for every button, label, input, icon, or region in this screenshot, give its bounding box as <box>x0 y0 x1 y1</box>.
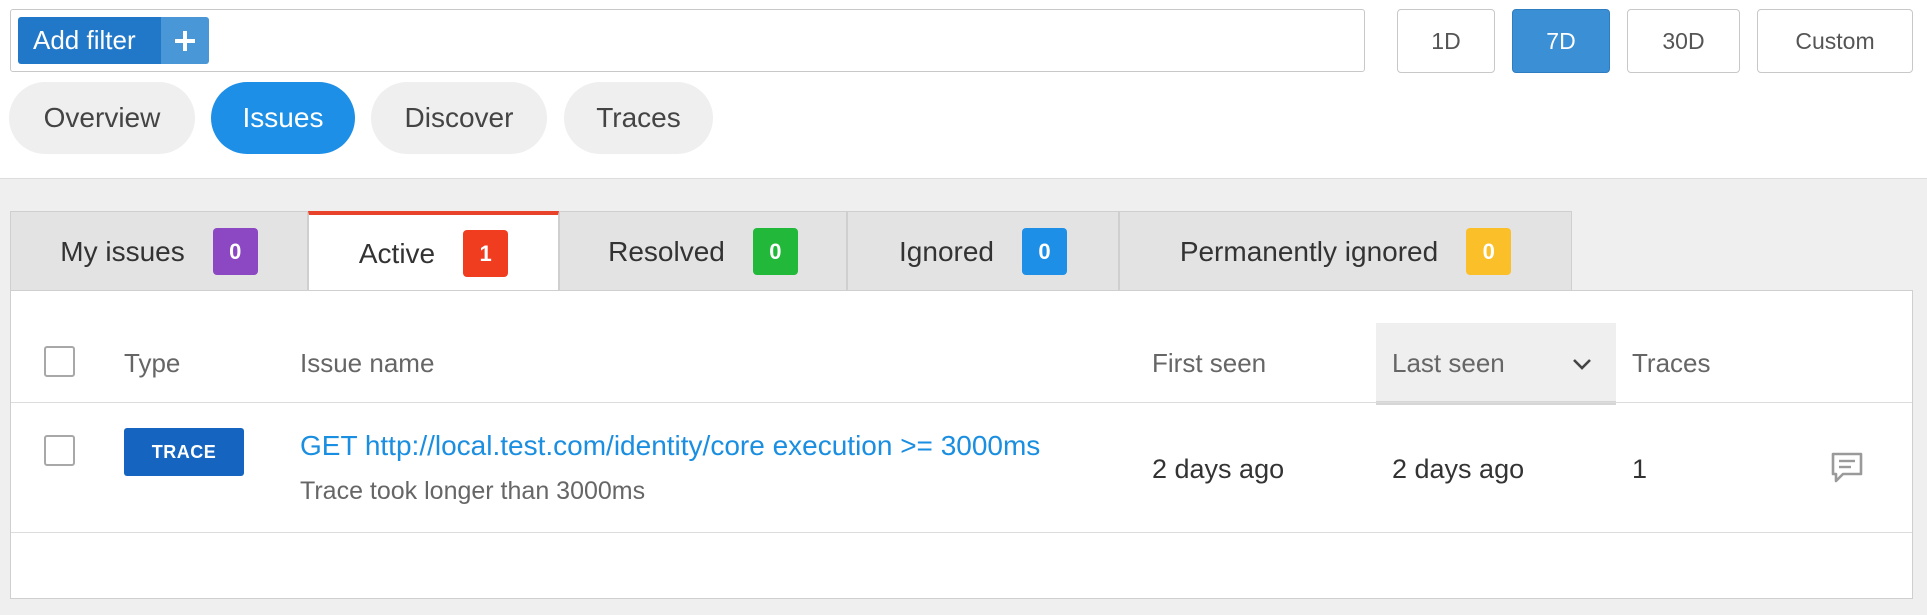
select-all-checkbox[interactable] <box>44 346 75 377</box>
tab-label: Resolved <box>608 235 725 267</box>
issue-tab-my-issues[interactable]: My issues 0 <box>10 211 308 291</box>
last-seen-value: 2 days ago <box>1392 454 1525 484</box>
issue-tab-ignored[interactable]: Ignored 0 <box>847 211 1119 291</box>
count-badge: 0 <box>752 228 798 275</box>
chevron-down-icon[interactable] <box>1571 353 1593 375</box>
row-divider <box>11 532 1912 533</box>
range-7d-button[interactable]: 7D <box>1512 9 1610 73</box>
tab-discover[interactable]: Discover <box>371 82 547 154</box>
range-1d-button[interactable]: 1D <box>1397 9 1495 73</box>
plus-icon <box>161 17 209 64</box>
count-badge: 0 <box>1021 228 1067 275</box>
count-badge: 0 <box>1466 228 1512 275</box>
count-badge: 0 <box>212 228 258 275</box>
add-filter-label: Add filter <box>18 17 161 64</box>
first-seen-header: First seen <box>1152 348 1267 378</box>
issue-tab-resolved[interactable]: Resolved 0 <box>559 211 847 291</box>
filter-bar[interactable]: Add filter <box>10 9 1365 72</box>
issue-tab-active[interactable]: Active 1 <box>308 211 559 292</box>
issues-table: Type Issue name First seen Last seen Tra… <box>10 290 1913 599</box>
type-badge: TRACE <box>124 428 244 476</box>
last-seen-header: Last seen <box>1392 348 1505 378</box>
tab-overview[interactable]: Overview <box>9 82 195 154</box>
range-custom-button[interactable]: Custom <box>1757 9 1913 73</box>
count-badge: 1 <box>463 230 509 277</box>
issue-tab-permanently-ignored[interactable]: Permanently ignored 0 <box>1119 211 1572 291</box>
traces-header: Traces <box>1632 348 1711 378</box>
tab-traces[interactable]: Traces <box>564 82 713 154</box>
issue-description: Trace took longer than 3000ms <box>300 477 646 505</box>
tab-label: Active <box>358 237 436 269</box>
traces-count: 1 <box>1632 454 1648 484</box>
tab-issues[interactable]: Issues <box>211 82 355 154</box>
tab-label: Permanently ignored <box>1179 235 1439 267</box>
issue-name-link[interactable]: GET http://local.test.com/identity/core … <box>300 430 1040 462</box>
add-filter-button[interactable]: Add filter <box>18 17 209 64</box>
row-checkbox[interactable] <box>44 435 75 466</box>
tab-label: My issues <box>60 235 185 267</box>
first-seen-value: 2 days ago <box>1152 454 1285 484</box>
tab-label: Ignored <box>899 235 994 267</box>
type-header: Type <box>124 348 181 378</box>
header-divider <box>11 402 1912 403</box>
issue-name-header: Issue name <box>300 348 435 378</box>
comment-icon[interactable] <box>1829 450 1865 486</box>
range-30d-button[interactable]: 30D <box>1627 9 1740 73</box>
